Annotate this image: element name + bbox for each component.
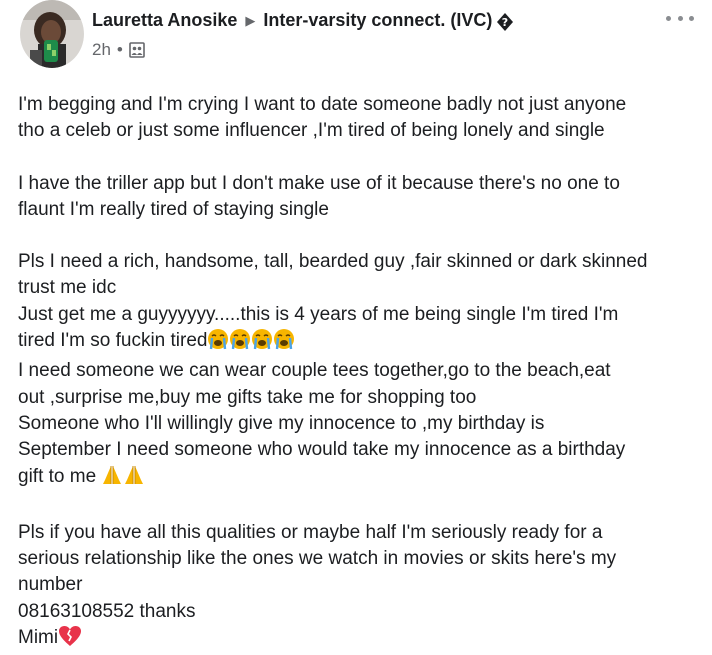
right-arrow-icon: ▶ <box>245 12 256 28</box>
folded-hands-icon <box>101 464 123 494</box>
text-line: September I need someone who would take … <box>18 439 626 461</box>
group-name[interactable]: Inter-varsity connect. (IVC) <box>263 10 492 31</box>
post-time[interactable]: 2h <box>92 40 111 60</box>
text-line: Pls I need a rich, handsome, tall, beard… <box>18 251 648 273</box>
more-dot <box>689 15 694 21</box>
text-line: serious relationship like the ones we wa… <box>18 548 617 570</box>
svg-text:?: ? <box>502 16 508 29</box>
paragraph-4: Pls if you have all this qualities or ma… <box>18 520 708 655</box>
paragraph-3: Pls I need a rich, handsome, tall, beard… <box>18 249 708 494</box>
more-dot <box>677 15 683 21</box>
phone-number-line: 08163108552 thanks <box>18 600 196 622</box>
text-line: Someone who I'll willingly give my innoc… <box>18 412 545 434</box>
text-line: tho a celeb or just some influencer ,I'm… <box>18 120 605 142</box>
text-line: number <box>18 574 83 596</box>
author-name[interactable]: Lauretta Anosike <box>92 10 237 31</box>
paragraph-2: I have the triller app but I don't make … <box>18 171 708 224</box>
text-line: trust me idc <box>18 277 117 299</box>
loudly-crying-face-icon <box>229 328 251 358</box>
text-line-with-emoji: Mimi <box>18 625 708 655</box>
text-line-with-emoji: gift to me <box>18 464 708 494</box>
text-line: I need someone we can wear couple tees t… <box>18 360 611 382</box>
post-header: Lauretta Anosike ▶ Inter-varsity connect… <box>18 0 698 80</box>
more-dot <box>666 15 671 21</box>
mending-heart-icon <box>58 625 82 655</box>
text-line: Pls if you have all this qualities or ma… <box>18 521 603 543</box>
text-line: I have the triller app but I don't make … <box>18 172 620 194</box>
text-line: out ,surprise me,buy me gifts take me fo… <box>18 386 477 408</box>
text-segment: gift to me <box>18 465 97 487</box>
more-options-icon[interactable] <box>666 8 694 28</box>
signature: Mimi <box>18 627 59 649</box>
meta-separator: • <box>116 40 123 59</box>
loudly-crying-face-icon <box>273 328 295 358</box>
loudly-crying-face-icon <box>207 328 229 358</box>
avatar-image <box>20 0 84 68</box>
text-line: Just get me a guyyyyyy.....this is 4 yea… <box>18 303 619 325</box>
replacement-glyph-icon: ? <box>497 12 514 31</box>
group-audience-icon <box>129 42 145 58</box>
post-meta: 2h • <box>92 40 145 60</box>
text-line-with-emoji: tired I'm so fuckin tired <box>18 328 708 358</box>
post-body: I'm begging and I'm crying I want to dat… <box>18 92 708 655</box>
text-line: I'm begging and I'm crying I want to dat… <box>18 94 627 115</box>
paragraph-1: I'm begging and I'm crying I want to dat… <box>18 92 708 145</box>
post-card: Lauretta Anosike ▶ Inter-varsity connect… <box>0 0 712 648</box>
avatar[interactable] <box>20 0 84 68</box>
loudly-crying-face-icon <box>251 328 273 358</box>
text-segment: tired I'm so fuckin tired <box>18 330 208 352</box>
author-line: Lauretta Anosike ▶ Inter-varsity connect… <box>92 10 514 31</box>
folded-hands-icon <box>123 464 145 494</box>
text-line: flaunt I'm really tired of staying singl… <box>18 198 329 220</box>
